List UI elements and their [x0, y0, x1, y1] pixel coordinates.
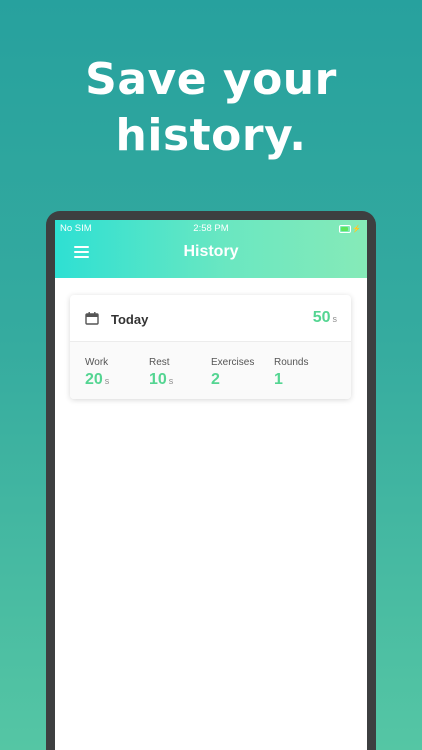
- calendar-icon: [85, 312, 99, 325]
- stat-value: 1: [274, 371, 308, 389]
- stat-rest: Rest 10 s: [149, 357, 173, 389]
- status-bar: No SIM 2:58 PM ⚡: [55, 220, 367, 236]
- marketing-headline: Save your history.: [0, 52, 422, 164]
- stat-label: Work: [85, 357, 109, 368]
- total-duration: 50 s: [313, 309, 337, 327]
- history-date-label: Today: [111, 312, 149, 327]
- stat-value: 10 s: [149, 371, 173, 389]
- stat-exercises: Exercises 2: [211, 357, 254, 389]
- stat-value: 20 s: [85, 371, 109, 389]
- stat-work: Work 20 s: [85, 357, 109, 389]
- stat-number: 10: [149, 371, 167, 388]
- page-title: History: [183, 243, 239, 260]
- headline-line-2: history.: [115, 110, 307, 161]
- status-time: 2:58 PM: [193, 223, 229, 234]
- stat-unit: s: [168, 376, 174, 386]
- nav-bar: History: [55, 236, 367, 278]
- battery-icon: ⚡: [339, 224, 361, 233]
- battery-level: [341, 226, 349, 231]
- stat-label: Exercises: [211, 357, 255, 368]
- total-duration-value: 50: [312, 309, 331, 326]
- stat-unit: s: [104, 376, 110, 386]
- stat-number: 20: [85, 371, 103, 388]
- history-card-header: Today 50 s: [70, 295, 351, 342]
- total-duration-unit: s: [332, 314, 338, 324]
- history-stats: Work 20 s Rest 10 s Exercises 2 Rounds 1: [70, 342, 351, 399]
- stat-rounds: Rounds 1: [274, 357, 308, 389]
- history-card[interactable]: Today 50 s Work 20 s Rest 10 s Exercises 2: [70, 295, 351, 399]
- app-header: No SIM 2:58 PM ⚡ History: [55, 220, 367, 278]
- stat-value: 2: [211, 371, 254, 389]
- stat-number: 2: [211, 371, 220, 388]
- stat-label: Rounds: [274, 357, 309, 368]
- stat-label: Rest: [149, 357, 170, 368]
- stat-number: 1: [274, 371, 283, 388]
- charging-bolt-icon: ⚡: [352, 225, 361, 233]
- tablet-frame: No SIM 2:58 PM ⚡ History Today 50 s Work…: [46, 211, 376, 750]
- device-screen: No SIM 2:58 PM ⚡ History Today 50 s Work…: [55, 220, 367, 750]
- headline-line-1: Save your: [85, 54, 337, 105]
